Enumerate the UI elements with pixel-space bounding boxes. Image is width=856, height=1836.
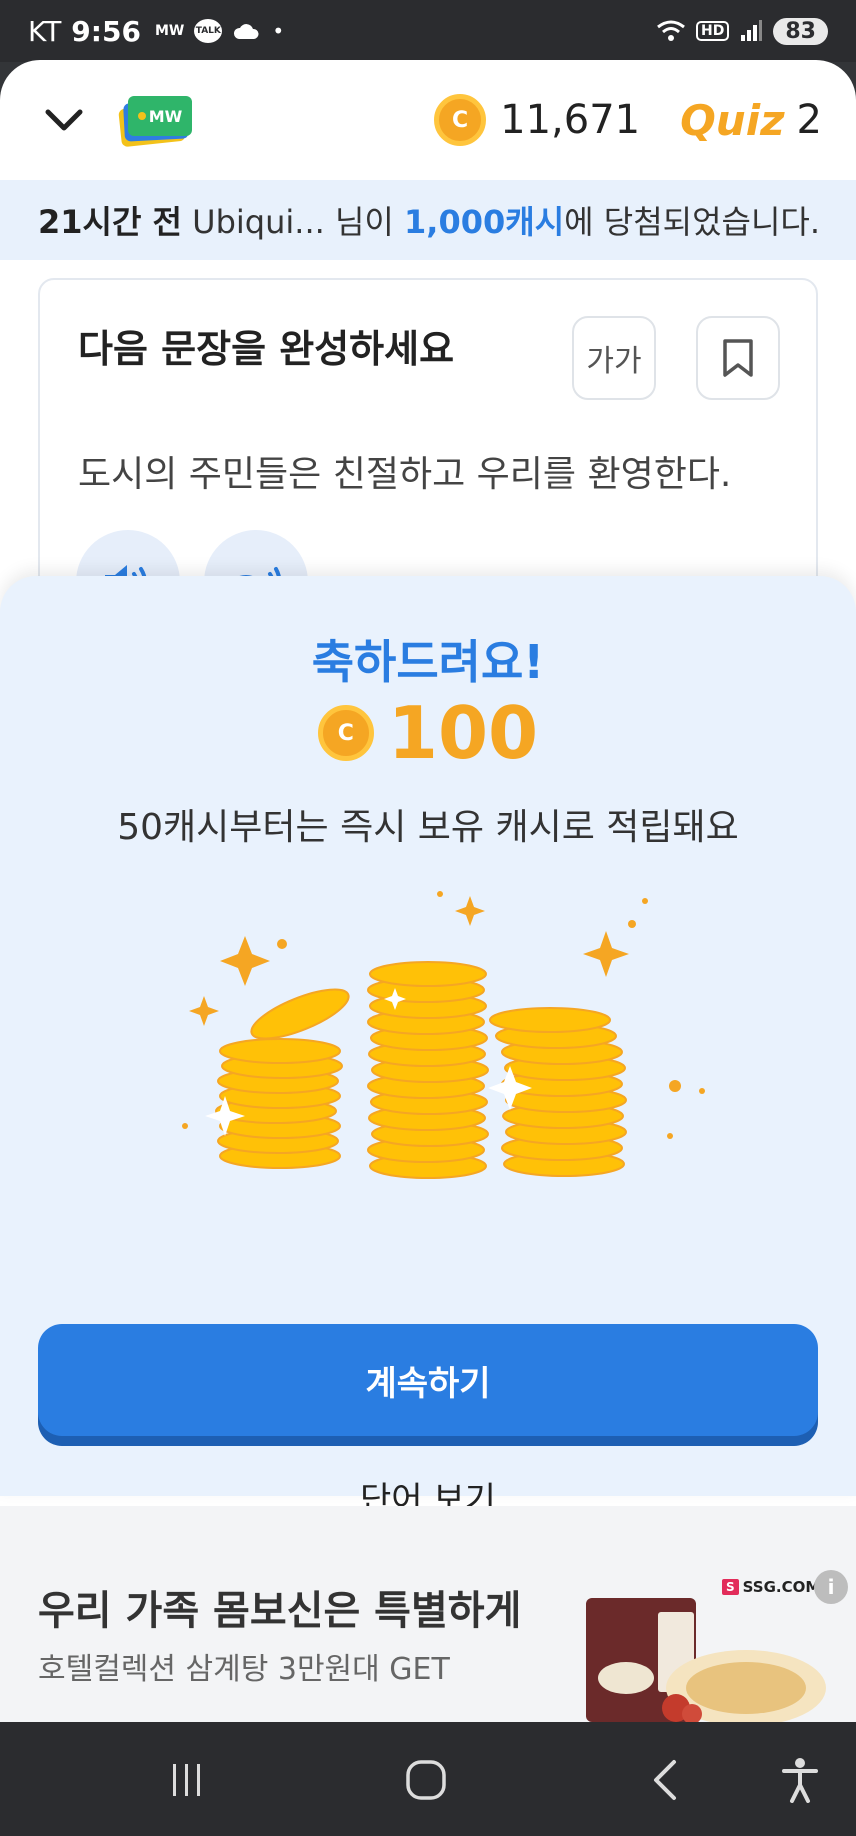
coin-icon: C xyxy=(434,94,487,146)
hd-voice-icon: HD xyxy=(696,21,730,41)
ad-description: 호텔컬렉션 삼계탕 3만원대 GET xyxy=(38,1652,450,1687)
app-screen: MW C 11,671 Quiz 2 21시간 전 Ubiqui... 님이 1… xyxy=(0,60,856,1722)
accessibility-button[interactable] xyxy=(770,1752,830,1808)
reward-sheet: 축하드려요! C 100 50캐시부터는 즉시 보유 캐시로 적립돼요 계속하기… xyxy=(0,576,856,1520)
status-bar: KT 9:56 MW TALK • HD 83 xyxy=(0,0,856,62)
kakaotalk-notification-icon: TALK xyxy=(194,19,223,43)
app-logo: MW xyxy=(116,92,192,148)
back-button[interactable] xyxy=(636,1752,696,1808)
ad-brand-name: SSG.COM xyxy=(742,1578,821,1596)
banner-suffix: 에 당첨되었습니다. xyxy=(564,203,821,241)
ad-brand: S SSG.COM xyxy=(722,1578,820,1596)
recent-apps-button[interactable] xyxy=(157,1752,217,1808)
quiz-sentence: 도시의 주민들은 친절하고 우리를 환영한다. xyxy=(78,454,732,495)
chevron-down-icon[interactable] xyxy=(42,98,86,142)
banner-prize: 1,000캐시 xyxy=(404,203,565,241)
system-nav-bar xyxy=(0,1722,856,1836)
accessibility-icon xyxy=(782,1758,818,1803)
banner-time: 21시간 전 xyxy=(38,203,182,241)
cash-balance: 11,671 xyxy=(500,97,641,143)
quiz-logo: Quiz xyxy=(680,95,785,145)
font-size-button[interactable]: 가가 xyxy=(572,316,656,400)
congrats-title: 축하드려요! xyxy=(311,635,545,689)
reward-value: 100 xyxy=(387,691,539,775)
home-button[interactable] xyxy=(396,1752,456,1808)
bookmark-icon xyxy=(723,339,753,377)
reward-amount: C 100 xyxy=(0,691,856,775)
battery-indicator: 83 xyxy=(773,17,828,45)
ad-product-image xyxy=(586,1598,826,1722)
cloud-icon xyxy=(234,24,259,39)
app-header: MW C 11,671 Quiz 2 xyxy=(0,60,856,180)
ssg-logo-icon: S xyxy=(722,1579,739,1595)
coin-icon: C xyxy=(317,705,374,761)
reward-subtitle: 50캐시부터는 즉시 보유 캐시로 적립돼요 xyxy=(117,807,739,848)
quiz-title: 다음 문장을 완성하세요 xyxy=(78,327,455,371)
bookmark-button[interactable] xyxy=(696,316,780,400)
wifi-icon xyxy=(657,20,685,41)
quiz-count: 2 xyxy=(796,97,822,143)
back-icon xyxy=(654,1760,676,1800)
mw-notification-icon: MW xyxy=(154,23,185,39)
more-notifications-dot: • xyxy=(272,19,285,43)
recent-apps-icon xyxy=(173,1764,200,1796)
ad-title: 우리 가족 몸보신은 특별하게 xyxy=(38,1588,522,1634)
signal-icon xyxy=(741,20,763,41)
coin-stacks-illustration xyxy=(182,891,705,1179)
continue-button[interactable]: 계속하기 xyxy=(38,1324,818,1436)
clock: 9:56 xyxy=(71,14,141,48)
banner-user: Ubiqui... 님이 xyxy=(182,203,405,241)
ad-banner[interactable]: 우리 가족 몸보신은 특별하게 호텔컬렉션 삼계탕 3만원대 GET S SSG.… xyxy=(0,1506,856,1722)
carrier-label: KT xyxy=(28,14,62,48)
home-icon xyxy=(406,1760,446,1800)
winner-banner: 21시간 전 Ubiqui... 님이 1,000캐시 에 당첨되었습니다. xyxy=(0,180,856,260)
